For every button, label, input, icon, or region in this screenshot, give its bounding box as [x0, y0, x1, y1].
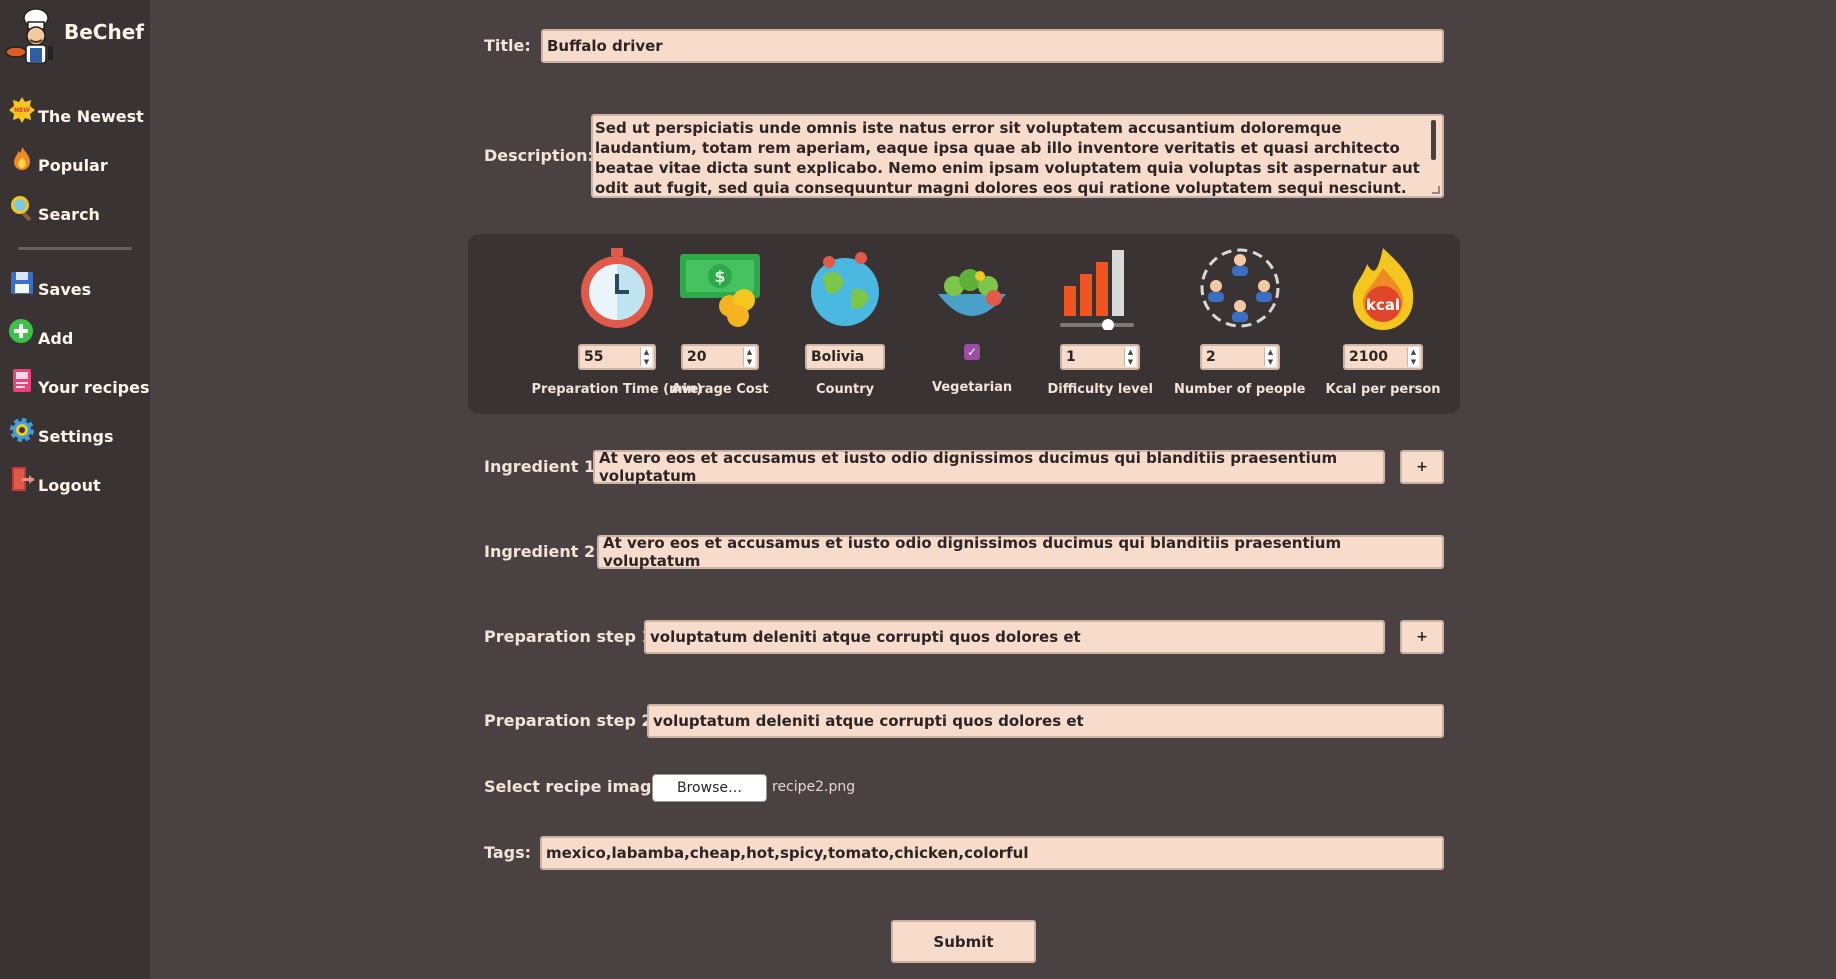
sidebar-item-newest[interactable]: NEW The Newest: [8, 97, 144, 130]
browse-button[interactable]: Browse…: [652, 774, 767, 802]
kcal-spinner[interactable]: ▲ ▼: [1407, 347, 1419, 367]
vegetarian-checkbox[interactable]: ✓: [964, 344, 980, 360]
add-step-button[interactable]: +: [1400, 620, 1444, 654]
sidebar-divider: [18, 247, 132, 250]
sidebar-item-your-recipes[interactable]: Your recipes: [8, 369, 150, 401]
country-caption: Country: [816, 382, 875, 397]
people-value: 2: [1206, 349, 1216, 365]
salad-icon: [938, 269, 1006, 316]
sidebar-item-settings[interactable]: Settings: [8, 418, 114, 450]
globe-icon: [811, 252, 879, 326]
step-2-label: Preparation step 2:: [484, 711, 660, 730]
sidebar-item-popular[interactable]: Popular: [8, 147, 108, 179]
step-2-input[interactable]: voluptatum deleniti atque corrupti quos …: [647, 704, 1444, 738]
door-exit-icon: [12, 467, 34, 491]
new-badge-icon: NEW: [9, 97, 35, 123]
sidebar-item-logout[interactable]: Logout: [8, 467, 101, 499]
kcal-caption: Kcal per person: [1325, 382, 1441, 397]
difficulty-caption: Difficulty level: [1047, 382, 1153, 397]
difficulty-input[interactable]: 1 ▲ ▼: [1060, 344, 1140, 370]
app-name: BeChef: [64, 20, 144, 44]
stopwatch-icon: [581, 248, 653, 328]
magnifier-icon: [11, 196, 32, 222]
people-input[interactable]: 2 ▲ ▼: [1200, 344, 1280, 370]
sidebar-item-label: Search: [38, 204, 100, 224]
kcal-input[interactable]: 2100 ▲ ▼: [1343, 344, 1423, 370]
money-icon: $: [680, 254, 760, 327]
tags-label: Tags:: [484, 843, 532, 862]
kcal-badge-text: kcal: [1366, 296, 1400, 314]
average-cost-spinner[interactable]: ▲ ▼: [743, 347, 755, 367]
people-group-icon: [1200, 248, 1280, 328]
sidebar-item-label: Add: [38, 328, 74, 348]
recipe-book-icon: [13, 369, 31, 392]
fire-icon: [14, 147, 30, 170]
description-text: Sed ut perspiciatis unde omnis iste natu…: [595, 119, 1420, 197]
selected-file-name: recipe2.png: [772, 779, 856, 795]
step-1-input[interactable]: voluptatum deleniti atque corrupti quos …: [644, 620, 1385, 654]
sidebar-item-saves[interactable]: Saves: [8, 272, 92, 303]
description-scrollbar[interactable]: [1431, 120, 1436, 160]
sidebar-item-add[interactable]: Add: [8, 319, 74, 352]
plus-circle-icon: [9, 319, 33, 343]
tags-input[interactable]: mexico,labamba,cheap,hot,spicy,tomato,ch…: [540, 836, 1444, 870]
country-value: Bolivia: [811, 349, 865, 365]
prep-time-spinner[interactable]: ▲ ▼: [640, 347, 652, 367]
sidebar-item-label: Your recipes: [38, 377, 150, 397]
prep-time-value: 55: [584, 349, 604, 365]
sidebar-item-label: Logout: [38, 475, 101, 495]
people-spinner[interactable]: ▲ ▼: [1264, 347, 1276, 367]
chef-logo-icon: [5, 8, 53, 64]
step-1-label: Preparation step 1:: [484, 627, 660, 646]
difficulty-value: 1: [1066, 349, 1076, 365]
difficulty-spinner[interactable]: ▲ ▼: [1124, 347, 1136, 367]
sidebar: BeChef NEW The Newest Popular Search Sav…: [0, 0, 150, 979]
sidebar-item-search[interactable]: Search: [8, 196, 100, 228]
sidebar-item-label: Settings: [38, 426, 114, 446]
ingredient-1-label: Ingredient 1:: [484, 457, 602, 476]
floppy-disk-icon: [11, 272, 33, 294]
submit-button[interactable]: Submit: [891, 920, 1036, 963]
svg-text:NEW: NEW: [14, 107, 30, 114]
ingredient-2-input[interactable]: At vero eos et accusamus et iusto odio d…: [597, 534, 1444, 570]
sidebar-item-label: The Newest: [38, 106, 144, 126]
brand[interactable]: BeChef: [4, 6, 144, 68]
country-input[interactable]: Bolivia: [805, 344, 885, 370]
prep-time-input[interactable]: 55 ▲ ▼: [578, 344, 656, 370]
resize-grip-icon[interactable]: [1432, 186, 1440, 194]
ingredient-2-label: Ingredient 2:: [484, 542, 602, 561]
description-textarea[interactable]: Sed ut perspiciatis unde omnis iste natu…: [591, 114, 1444, 198]
kcal-flame-icon: kcal: [1352, 248, 1414, 330]
recipe-stats-panel: 55 ▲ ▼ Preparation Time (min) $ 20 ▲ ▼ Ave…: [468, 234, 1460, 414]
title-input[interactable]: Buffalo driver: [541, 29, 1444, 63]
average-cost-value: 20: [687, 349, 707, 365]
gear-icon: [10, 418, 34, 442]
average-cost-caption: Average Cost: [671, 382, 769, 397]
add-ingredient-button[interactable]: +: [1400, 450, 1444, 484]
image-label: Select recipe image:: [484, 777, 669, 796]
svg-text:$: $: [714, 267, 725, 286]
kcal-value: 2100: [1349, 349, 1388, 365]
vegetarian-caption: Vegetarian: [932, 380, 1013, 395]
average-cost-input[interactable]: 20 ▲ ▼: [681, 344, 759, 370]
description-label: Description:: [484, 146, 594, 165]
sidebar-item-label: Popular: [38, 155, 108, 175]
people-caption: Number of people: [1174, 382, 1306, 397]
sidebar-item-label: Saves: [38, 279, 92, 299]
difficulty-bars-icon: [1060, 250, 1134, 330]
ingredient-1-input[interactable]: At vero eos et accusamus et iusto odio d…: [593, 449, 1385, 485]
title-label: Title:: [484, 36, 531, 55]
